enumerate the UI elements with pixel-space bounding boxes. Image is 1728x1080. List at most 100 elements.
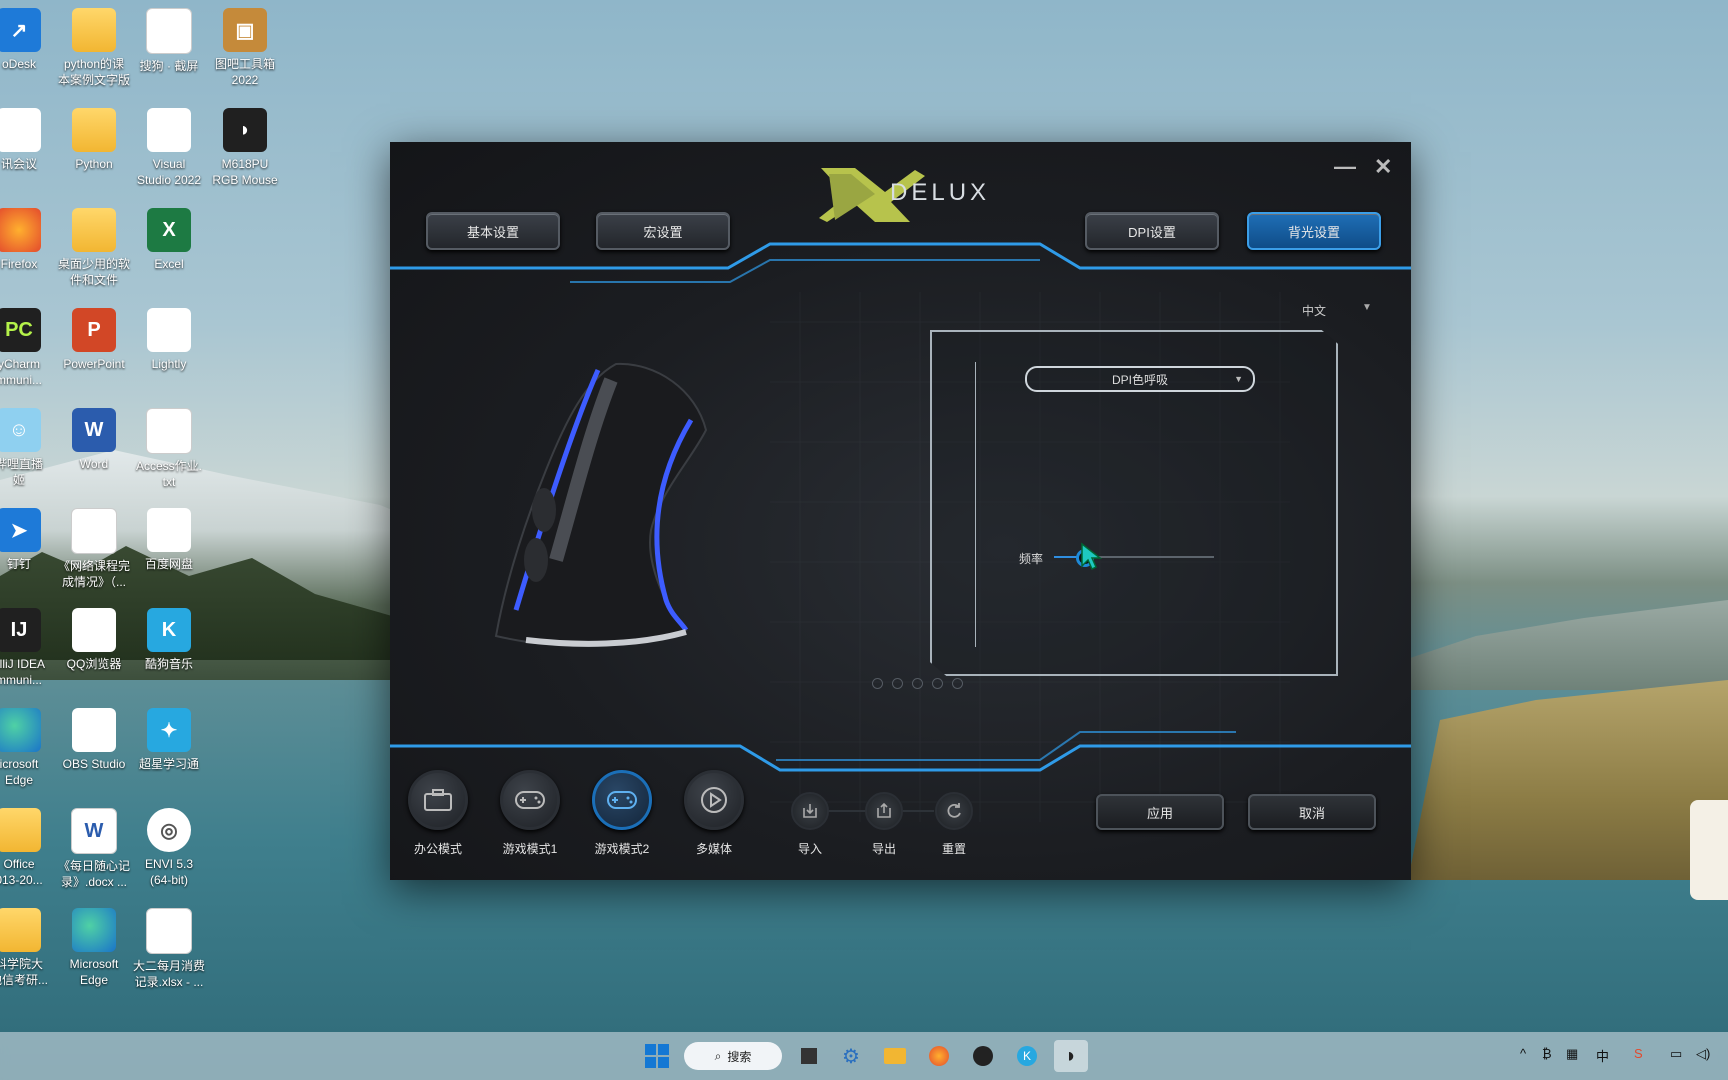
apply-button[interactable]: 应用 — [1096, 794, 1224, 830]
search-icon: ⌕ — [714, 1048, 722, 1063]
desktop-icon-intellij[interactable]: IJelliJ IDEA mmuni... — [0, 608, 56, 688]
lightly-icon: ◇ — [147, 308, 191, 352]
browser-icon: ▭ — [72, 608, 116, 652]
network-icon[interactable]: ▭ — [1670, 1046, 1682, 1062]
desktop-icon-baidu-netdisk[interactable]: ☁ 百度网盘 — [132, 508, 206, 572]
chevron-down-icon[interactable]: ▼ — [1362, 302, 1372, 313]
desktop-icon-excel[interactable]: X Excel — [132, 208, 206, 272]
light-mode-select[interactable]: DPI色呼吸 ▼ — [1025, 366, 1255, 392]
frequency-slider[interactable] — [1054, 549, 1214, 567]
desktop-icon-access-txt[interactable]: Access作业. txt — [132, 408, 206, 490]
globe-icon: ◎ — [147, 808, 191, 852]
desktop-icon-folder-python[interactable]: Python — [57, 108, 131, 172]
folder-icon — [884, 1048, 906, 1064]
desktop-icon-word[interactable]: W Word — [57, 408, 131, 472]
desktop-icon-expense-xlsx[interactable]: S 大二每月消费 记录.xlsx - ... — [132, 908, 206, 990]
word-file-icon: W — [71, 808, 117, 854]
desktop-icon-powerpoint[interactable]: P PowerPoint — [57, 308, 131, 372]
taskbar-m618pu[interactable]: ◗ — [1054, 1040, 1088, 1072]
ime-indicator[interactable]: 中 — [1596, 1046, 1609, 1065]
start-button[interactable] — [640, 1040, 674, 1072]
mode-game-1[interactable]: 游戏模式1 — [500, 770, 560, 857]
carousel-dots — [872, 678, 963, 689]
refresh-icon — [935, 792, 973, 830]
panel-divider — [975, 362, 976, 647]
text-file-icon — [146, 408, 192, 454]
reset-button[interactable]: 重置 — [934, 792, 974, 857]
desktop-icon-kugou[interactable]: K 酷狗音乐 — [132, 608, 206, 672]
neon-divider-top — [390, 242, 1411, 283]
desktop-icon-course-sheet[interactable]: S 《网络课程完 成情况》（... — [57, 508, 131, 590]
volume-icon[interactable]: ◁) — [1696, 1046, 1710, 1062]
spreadsheet-icon: S — [71, 508, 117, 554]
mouse-cursor-icon — [1081, 542, 1103, 571]
gamepad-icon — [500, 770, 560, 830]
desktop-icon-edge[interactable]: icrosoft Edge — [0, 708, 56, 788]
kugou-icon: K — [147, 608, 191, 652]
desktop-icon-tencent-meeting[interactable]: ▭ 讯会议 — [0, 108, 56, 172]
folder-icon — [0, 908, 41, 952]
import-button[interactable]: 导入 — [790, 792, 830, 857]
desktop-icon-bilibili-live[interactable]: ☺ 哔哩直播 姬 — [0, 408, 56, 488]
taskbar-search[interactable]: ⌕ 搜索 — [684, 1042, 782, 1070]
export-button[interactable]: 导出 — [864, 792, 904, 857]
mode-game-2[interactable]: 游戏模式2 — [592, 770, 652, 857]
cancel-button[interactable]: 取消 — [1248, 794, 1376, 830]
search-label: 搜索 — [727, 1049, 752, 1064]
brand-name: DELUX — [890, 179, 991, 206]
export-icon — [865, 792, 903, 830]
tray-overflow-icon[interactable]: ^ — [1520, 1046, 1526, 1061]
taskbar-task-view[interactable] — [792, 1040, 826, 1072]
pycharm-icon: PC — [0, 308, 41, 352]
taskbar-kugou[interactable]: K — [1010, 1040, 1044, 1072]
desktop-icon-tuba-toolbox[interactable]: ▣ 图吧工具箱 2022 — [208, 8, 282, 88]
desktop-icon-dingtalk[interactable]: ➤ 钉钉 — [0, 508, 56, 572]
desktop-icon-m618pu[interactable]: ◗ M618PU RGB Mouse — [208, 108, 282, 188]
obs-icon — [973, 1046, 993, 1066]
taskbar-obs[interactable] — [966, 1040, 1000, 1072]
folder-icon — [72, 208, 116, 252]
wallpaper-hills — [1368, 600, 1728, 690]
close-button[interactable]: ✕ — [1374, 154, 1392, 180]
desktop-icon-folder-python-book[interactable]: python的课 本案例文字版 — [57, 8, 131, 88]
taskbar: ⌕ 搜索 ⚙ K ◗ ^ ₿ ▦ 中 S ▭ ◁) — [0, 1032, 1728, 1080]
desktop-icon-folder-misc[interactable]: 桌面少用的软 件和文件 — [57, 208, 131, 288]
desktop-icon-lightly[interactable]: ◇ Lightly — [132, 308, 206, 372]
desktop-icon-firefox[interactable]: Firefox — [0, 208, 56, 272]
desktop-icon-obs[interactable]: ▭ OBS Studio — [57, 708, 131, 772]
taskbar-settings[interactable]: ⚙ — [834, 1040, 868, 1072]
desktop-icon-edge-2[interactable]: Microsoft Edge — [57, 908, 131, 988]
minimize-button[interactable]: — — [1334, 154, 1356, 180]
desktop-icon-envi[interactable]: ◎ ENVI 5.3 (64-bit) — [132, 808, 206, 888]
chevron-down-icon: ▼ — [1234, 374, 1243, 384]
play-icon — [684, 770, 744, 830]
todesk-icon: ↗ — [0, 8, 41, 52]
desktop-icon-daily-notes-docx[interactable]: W 《每日随心记 录》.docx ... — [57, 808, 131, 890]
taskbar-firefox[interactable] — [922, 1040, 956, 1072]
desktop-icon-chaoxing[interactable]: ✦ 超星学习通 — [132, 708, 206, 772]
mode-multimedia[interactable]: 多媒体 — [684, 770, 744, 857]
sogou-ime-icon[interactable]: S — [1634, 1046, 1643, 1061]
dingtalk-icon: ➤ — [0, 508, 41, 552]
desktop-icon-sogou-screenshot[interactable]: 搜狗 · 截屏 — [132, 8, 206, 74]
folder-icon — [0, 808, 41, 852]
mouse-product-image — [494, 362, 708, 647]
import-icon — [791, 792, 829, 830]
edge-icon — [0, 708, 41, 752]
desktop-icon-pycharm[interactable]: PC yCharm mmuni... — [0, 308, 56, 388]
word-icon: W — [72, 408, 116, 452]
powerpoint-icon: P — [72, 308, 116, 352]
tray-app-icon[interactable]: ₿ — [1542, 1046, 1552, 1061]
desktop-icon-visual-studio[interactable]: ▭ Visual Studio 2022 — [132, 108, 206, 188]
mode-office[interactable]: 办公模式 — [408, 770, 468, 857]
spreadsheet-icon: S — [146, 908, 192, 954]
desktop-icon-folder-office[interactable]: Office 013-20... — [0, 808, 56, 888]
language-select[interactable]: 中文 — [1302, 302, 1326, 319]
taskbar-file-explorer[interactable] — [878, 1040, 912, 1072]
desktop-icon-folder-kaoyan[interactable]: 科学院大 他信考研... — [0, 908, 56, 988]
desktop-icon-todesk[interactable]: ↗ oDesk — [0, 8, 56, 72]
desktop-sticker — [1690, 800, 1728, 900]
tray-grid-icon[interactable]: ▦ — [1566, 1046, 1578, 1062]
desktop-icon-qq-browser[interactable]: ▭ QQ浏览器 — [57, 608, 131, 672]
file-icon — [146, 8, 192, 54]
